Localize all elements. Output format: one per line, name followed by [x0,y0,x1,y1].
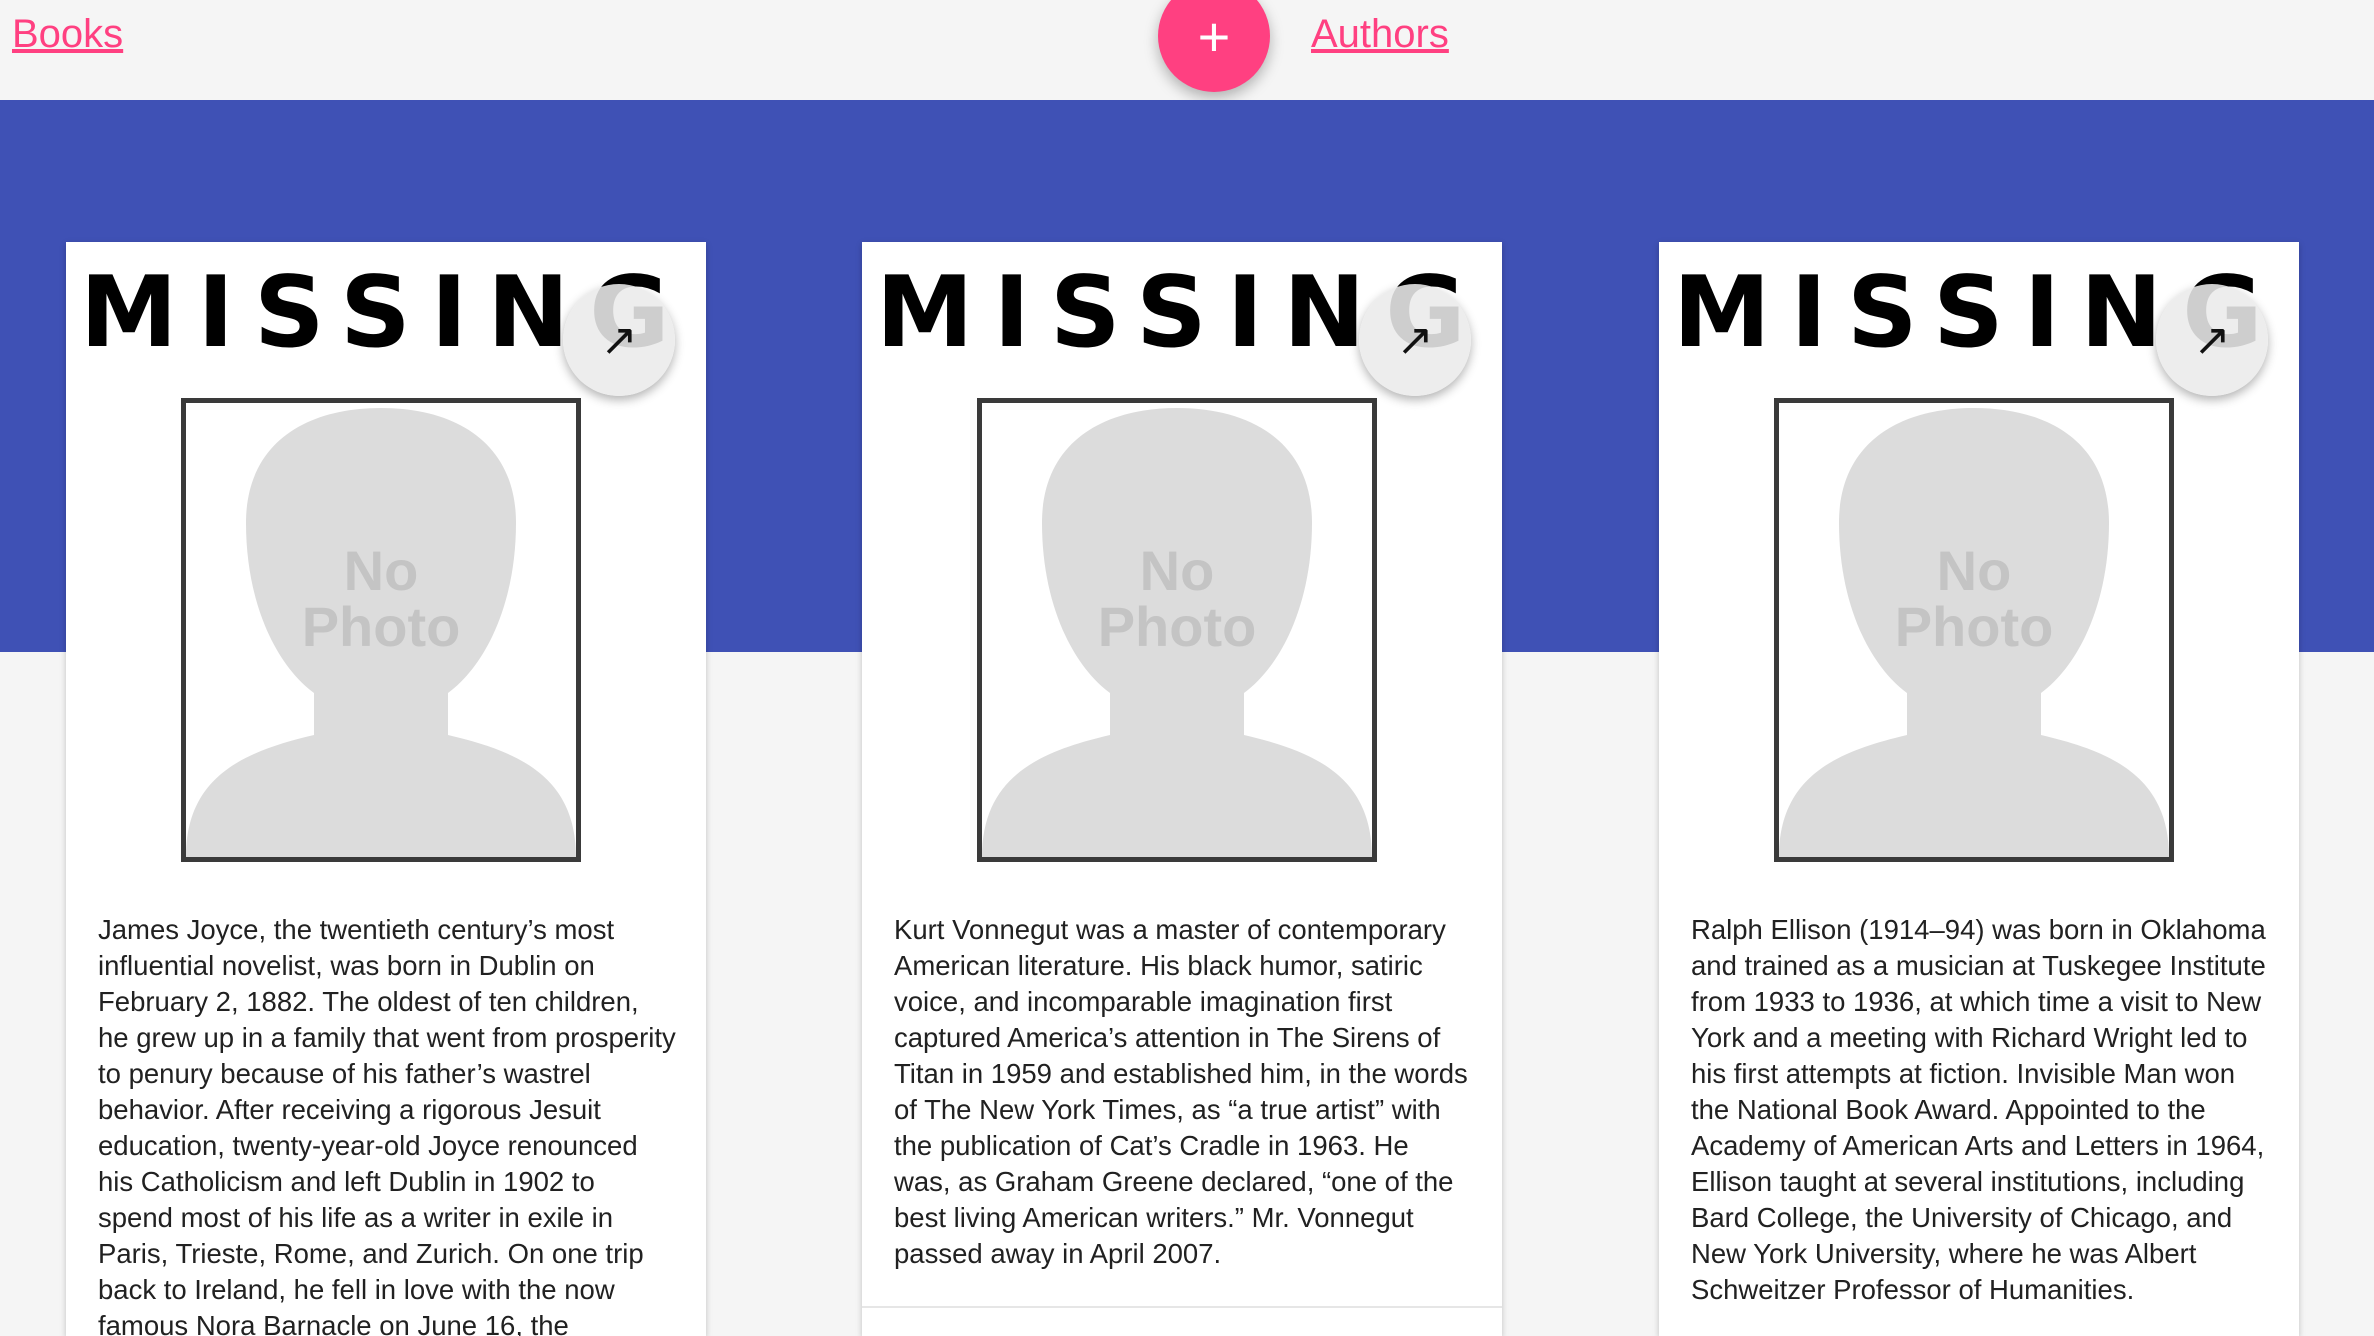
author-photo-placeholder: No Photo [977,398,1377,862]
photo-text-photo: Photo [301,595,461,658]
expand-button[interactable]: ↗ [1359,284,1471,396]
author-bio: Ralph Ellison (1914–94) was born in Okla… [1691,914,2266,1305]
top-bar: Books + Authors [0,0,2374,100]
books-link[interactable]: Books [12,8,123,60]
photo-text-photo: Photo [1894,595,2054,658]
plus-icon: + [1197,4,1231,68]
photo-text-no: No [1936,539,2012,602]
authors-link[interactable]: Authors [1311,8,1449,60]
arrow-expand-icon: ↗ [600,315,638,365]
arrow-expand-icon: ↗ [2193,315,2231,365]
author-bio: James Joyce, the twentieth century’s mos… [98,914,676,1336]
author-photo-placeholder: No Photo [1774,398,2174,862]
author-card: MISSING ↗ No Photo James Joyce, the twen… [66,242,706,1336]
photo-text-no: No [343,539,419,602]
author-bio: Kurt Vonnegut was a master of contempora… [894,914,1468,1269]
author-card: MISSING ↗ No Photo Kurt Vonnegut was a m… [862,242,1502,1336]
photo-text-no: No [1139,539,1215,602]
add-button[interactable]: + [1158,0,1270,92]
author-card: MISSING ↗ No Photo Ralph Ellison (1914–9… [1659,242,2299,1336]
card-divider [862,1306,1502,1308]
expand-button[interactable]: ↗ [2156,284,2268,396]
expand-button[interactable]: ↗ [563,284,675,396]
arrow-expand-icon: ↗ [1396,315,1434,365]
photo-text-photo: Photo [1097,595,1257,658]
author-photo-placeholder: No Photo [181,398,581,862]
